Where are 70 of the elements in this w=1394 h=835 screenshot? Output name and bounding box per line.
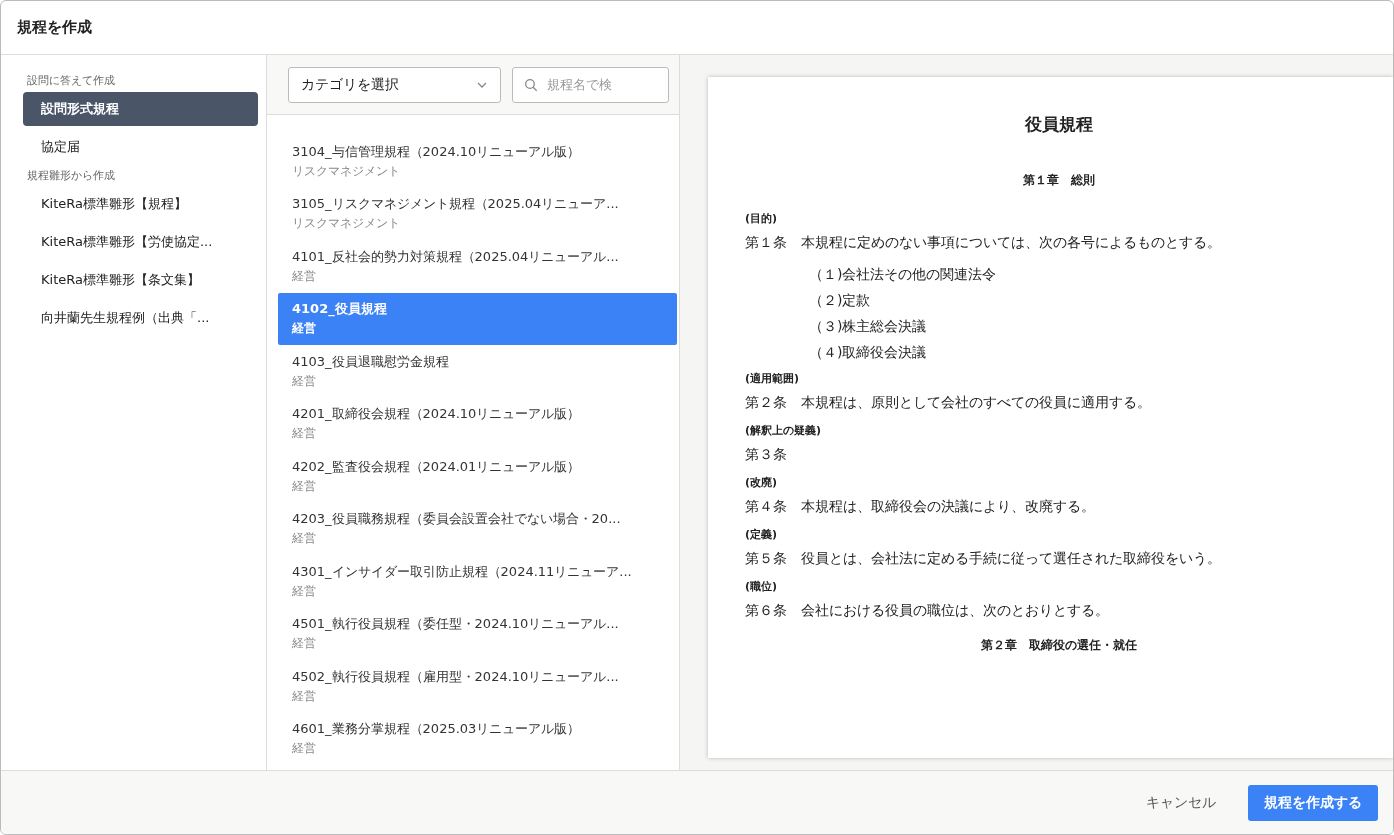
- template-item[interactable]: 4101_反社会的勢力対策規程（2025.04リニューアル... 経営: [278, 240, 677, 293]
- template-name: 4202_監査役会規程（2024.01リニューアル版）: [292, 457, 582, 476]
- article-text: 第６条 会社における役員の職位は、次のとおりとする。: [745, 601, 1110, 620]
- search-icon: [524, 77, 538, 92]
- template-item[interactable]: 4502_執行役員規程（雇用型・2024.10リニューアル... 経営: [278, 660, 677, 713]
- template-item[interactable]: 4102_役員規程 経営: [278, 292, 677, 345]
- template-item[interactable]: 4301_インサイダー取引防止規程（2024.11リニューア... 経営: [278, 555, 677, 608]
- template-category: 経営: [292, 477, 317, 495]
- sidebar-item[interactable]: KiteRa標準雛形【規程】: [23, 187, 258, 221]
- template-item[interactable]: 4103_役員退職慰労金規程 経営: [278, 345, 677, 398]
- group-label: 設問に答えて作成: [27, 73, 116, 88]
- template-category: リスクマネジメント: [292, 162, 401, 180]
- sidebar-item[interactable]: KiteRa標準雛形【労使協定...: [23, 225, 258, 259]
- article-text: 第２条 本規程は、原則として会社のすべての役員に適用する。: [745, 393, 1152, 412]
- template-item[interactable]: 4203_役員職務規程（委員会設置会社でない場合・20... 経営: [278, 502, 677, 555]
- article-heading: (適用範囲): [745, 371, 801, 387]
- sidebar-item[interactable]: 設問形式規程: [23, 92, 258, 126]
- article-heading: (定義): [745, 527, 779, 543]
- article-text: 第５条 役員とは、会社法に定める手続に従って選任された取締役をいう。: [745, 549, 1222, 568]
- template-category: 経営: [292, 267, 317, 285]
- clause-text: （２)定款: [808, 291, 872, 310]
- create-button[interactable]: 規程を作成する: [1248, 784, 1378, 821]
- template-name: 4601_業務分掌規程（2025.03リニューアル版）: [292, 720, 582, 739]
- category-select[interactable]: カテゴリを選択: [288, 66, 501, 103]
- chapter-title: 第１章 総則: [1022, 172, 1096, 189]
- template-category: 経営: [292, 425, 317, 443]
- template-name: 4101_反社会的勢力対策規程（2025.04リニューアル...: [292, 247, 620, 266]
- template-item[interactable]: 4601_業務分掌規程（2025.03リニューアル版） 経営: [278, 712, 677, 765]
- sidebar-item[interactable]: KiteRa標準雛形【条文集】: [23, 263, 258, 297]
- template-category: 経営: [292, 372, 317, 390]
- template-item[interactable]: 3104_与信管理規程（2024.10リニューアル版） リスクマネジメント: [278, 135, 677, 188]
- template-item[interactable]: 4202_監査役会規程（2024.01リニューアル版） 経営: [278, 450, 677, 503]
- sidebar-item[interactable]: 協定届: [23, 130, 258, 164]
- article-text: 第４条 本規程は、取締役会の決議により、改廃する。: [745, 497, 1096, 516]
- template-item[interactable]: 4501_執行役員規程（委任型・2024.10リニューアル... 経営: [278, 607, 677, 660]
- clause-text: （１)会社法その他の関連法令: [808, 265, 998, 284]
- chevron-down-icon: [476, 80, 488, 89]
- sidebar-item[interactable]: 向井蘭先生規程例（出典「...: [23, 301, 258, 335]
- template-category: 経営: [292, 582, 317, 600]
- template-name: 3104_与信管理規程（2024.10リニューアル版）: [292, 142, 582, 161]
- template-category: 経営: [292, 320, 317, 338]
- template-name: 4501_執行役員規程（委任型・2024.10リニューアル...: [292, 615, 620, 634]
- clause-text: （３)株主総会決議: [808, 317, 928, 336]
- template-name: 3105_リスクマネジメント規程（2025.04リニューア...: [292, 195, 620, 214]
- template-item[interactable]: 4201_取締役会規程（2024.10リニューアル版） 経営: [278, 397, 677, 450]
- article-text: 第３条: [745, 445, 788, 464]
- template-category: リスクマネジメント: [292, 215, 401, 233]
- template-category: 経営: [292, 530, 317, 548]
- chapter-title: 第２章 取締役の選任・就任: [980, 637, 1138, 654]
- search-field[interactable]: 規程名で検: [512, 66, 669, 103]
- document-title: 役員規程: [1024, 113, 1094, 136]
- template-category: 経営: [292, 687, 317, 705]
- template-name: 4102_役員規程: [292, 300, 388, 319]
- article-heading: (改廃): [745, 475, 779, 491]
- cancel-button[interactable]: キャンセル: [1130, 784, 1232, 821]
- template-name: 4301_インサイダー取引防止規程（2024.11リニューア...: [292, 562, 633, 581]
- template-name: 4203_役員職務規程（委員会設置会社でない場合・20...: [292, 510, 622, 529]
- template-item[interactable]: 3105_リスクマネジメント規程（2025.04リニューア... リスクマネジメント: [278, 187, 677, 240]
- template-name: 4103_役員退職慰労金規程: [292, 352, 450, 371]
- dialog-title: 規程を作成: [17, 18, 92, 37]
- article-text: 第１条 本規程に定めのない事項については、次の各号によるものとする。: [745, 233, 1222, 252]
- template-name: 4502_執行役員規程（雇用型・2024.10リニューアル...: [292, 667, 620, 686]
- template-category: 経営: [292, 740, 317, 758]
- group-label: 規程雛形から作成: [27, 168, 116, 183]
- article-heading: (目的): [745, 211, 779, 227]
- article-heading: (職位): [745, 579, 779, 595]
- template-name: 4201_取締役会規程（2024.10リニューアル版）: [292, 405, 582, 424]
- clause-text: （４)取締役会決議: [808, 343, 928, 362]
- template-category: 経営: [292, 635, 317, 653]
- article-heading: (解釈上の疑義): [745, 423, 823, 439]
